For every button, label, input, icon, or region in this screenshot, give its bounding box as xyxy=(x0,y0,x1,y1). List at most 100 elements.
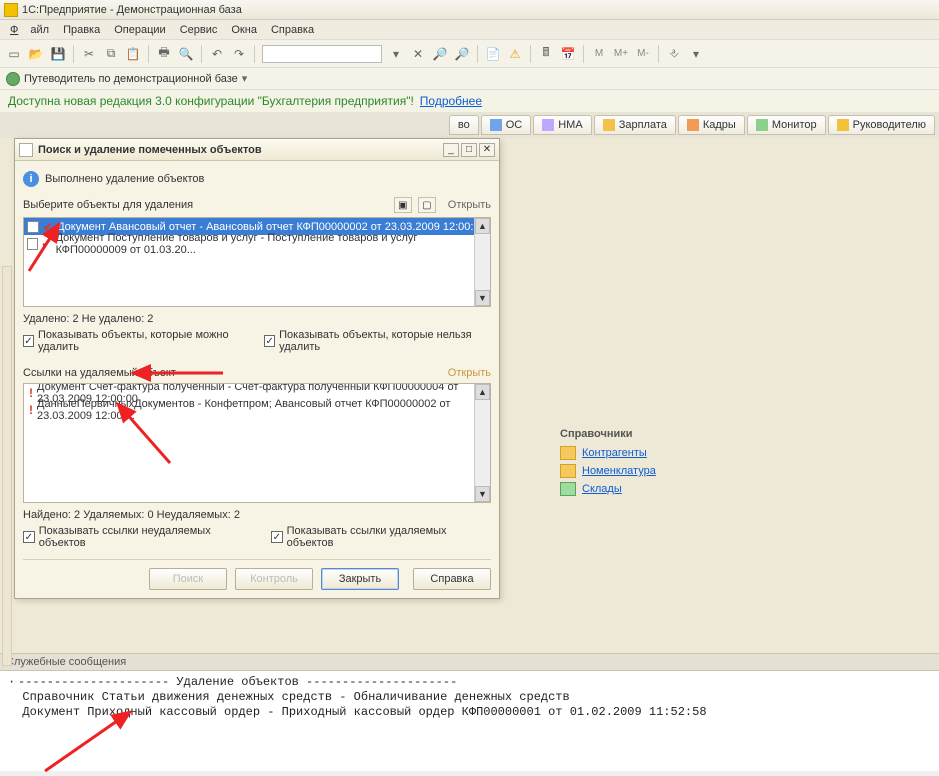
tb-doclist-icon[interactable]: 📄 xyxy=(483,44,503,64)
tab-monitor[interactable]: Монитор xyxy=(747,115,826,135)
menu-file[interactable]: Файл xyxy=(4,22,55,38)
row-checkbox[interactable] xyxy=(27,238,38,250)
tb-preview-icon[interactable]: 🔍 xyxy=(176,44,196,64)
ref-link[interactable]: Контрагенты xyxy=(582,447,647,459)
chk-nonremovable[interactable]: Показывать объекты, которые нельзя удали… xyxy=(264,329,491,353)
scroll-down-icon[interactable]: ▼ xyxy=(475,486,490,502)
tab-personnel[interactable]: Кадры xyxy=(678,115,745,135)
tb-mplus-icon[interactable]: M+ xyxy=(611,44,631,64)
tb-calc-icon[interactable]: 🖩 xyxy=(536,44,556,64)
tb-undo-icon[interactable]: ↶ xyxy=(207,44,227,64)
tb-find-icon[interactable]: 🔎 xyxy=(430,44,450,64)
ref-item-contragents[interactable]: Контрагенты xyxy=(560,446,920,460)
uncheck-all-button[interactable]: ▢ xyxy=(418,197,436,213)
refs-listbox[interactable]: ! Документ Счет-фактура полученный - Сче… xyxy=(23,383,491,503)
service-messages-body[interactable]: ·--------------------- Удаление объектов… xyxy=(0,671,939,771)
dialog-title: Поиск и удаление помеченных объектов xyxy=(38,144,262,156)
close-button[interactable]: ✕ xyxy=(479,143,495,157)
exclamation-icon: ! xyxy=(29,403,33,417)
separator xyxy=(148,45,149,63)
tb-m-icon[interactable]: M xyxy=(589,44,609,64)
open-link-2[interactable]: Открыть xyxy=(448,367,491,379)
tab-label: НМА xyxy=(558,119,582,131)
close-dialog-button[interactable]: Закрыть xyxy=(321,568,399,590)
tb-new-icon[interactable]: ▭ xyxy=(4,44,24,64)
tb-mminus-icon[interactable]: M- xyxy=(633,44,653,64)
list-item[interactable]: ! ДанныеПервичныхДокументов - Конфетпром… xyxy=(24,401,490,418)
search-button[interactable]: Поиск xyxy=(149,568,227,590)
section-tabs: во ОС НМА Зарплата Кадры Монитор Руковод… xyxy=(0,112,939,138)
chk-label: Показывать ссылки неудаляемых объектов xyxy=(39,525,255,549)
tab-salary[interactable]: Зарплата xyxy=(594,115,676,135)
chk-refs-removable[interactable]: Показывать ссылки удаляемых объектов xyxy=(271,525,491,549)
notice-link[interactable]: Подробнее xyxy=(420,94,482,108)
scrollbar[interactable]: ▲ ▼ xyxy=(474,218,490,306)
tb-copy-icon[interactable]: ⧉ xyxy=(101,44,121,64)
tb-warn-icon[interactable]: ⚠ xyxy=(505,44,525,64)
scrollbar[interactable]: ▲ ▼ xyxy=(474,384,490,502)
checkbox-icon[interactable] xyxy=(264,335,275,347)
tb-open-icon[interactable]: 📂 xyxy=(26,44,46,64)
guide-chevron-icon[interactable]: ▾ xyxy=(242,72,248,85)
chk-label: Показывать ссылки удаляемых объектов xyxy=(287,525,491,549)
maximize-button[interactable]: □ xyxy=(461,143,477,157)
tb-style-drop-icon[interactable]: ▾ xyxy=(686,44,706,64)
tb-findnext-icon[interactable]: 🔎 xyxy=(452,44,472,64)
refs-label: Ссылки на удаляемый объект xyxy=(23,367,176,379)
check-button[interactable]: Контроль xyxy=(235,568,313,590)
toolbar-search-input[interactable] xyxy=(262,45,382,63)
tb-print-icon[interactable]: 🖶 xyxy=(154,44,174,64)
help-button[interactable]: Справка xyxy=(413,568,491,590)
separator xyxy=(477,45,478,63)
dialog-titlebar: Поиск и удаление помеченных объектов _ □… xyxy=(15,139,499,161)
menu-service[interactable]: Сервис xyxy=(174,22,224,38)
ref-item-nomenclature[interactable]: Номенклатура xyxy=(560,464,920,478)
row-checkbox[interactable] xyxy=(27,221,39,233)
tb-clear-icon[interactable]: ✕ xyxy=(408,44,428,64)
tb-save-icon[interactable]: 💾 xyxy=(48,44,68,64)
app-logo-icon xyxy=(4,3,18,17)
tb-calendar-icon[interactable]: 📅 xyxy=(558,44,578,64)
guide-label[interactable]: Путеводитель по демонстрационной базе xyxy=(24,73,238,85)
tab-label: во xyxy=(458,119,470,131)
separator xyxy=(583,45,584,63)
tb-paste-icon[interactable]: 📋 xyxy=(123,44,143,64)
tab-label: Кадры xyxy=(703,119,736,131)
chk-removable[interactable]: Показывать объекты, которые можно удалит… xyxy=(23,329,248,353)
update-notice: Доступна новая редакция 3.0 конфигурации… xyxy=(0,90,939,112)
tab-os[interactable]: ОС xyxy=(481,115,532,135)
checkbox-icon[interactable] xyxy=(23,335,34,347)
check-all-button[interactable]: ▣ xyxy=(394,197,412,213)
menu-help[interactable]: Справка xyxy=(265,22,320,38)
tab-partial[interactable]: во xyxy=(449,115,479,135)
scroll-track[interactable] xyxy=(475,400,490,486)
tab-manager[interactable]: Руководителю xyxy=(828,115,935,135)
list-item[interactable]: ✔ Документ Поступление товаров и услуг -… xyxy=(24,235,490,252)
scroll-up-icon[interactable]: ▲ xyxy=(475,384,490,400)
tb-redo-icon[interactable]: ↷ xyxy=(229,44,249,64)
tb-dropdown-icon[interactable]: ▾ xyxy=(386,44,406,64)
tb-cut-icon[interactable]: ✂ xyxy=(79,44,99,64)
scroll-up-icon[interactable]: ▲ xyxy=(475,218,490,234)
left-gutter xyxy=(2,266,12,666)
sm-line: ·--------------------- Удаление объектов… xyxy=(8,675,931,690)
reference-panel: Справочники Контрагенты Номенклатура Скл… xyxy=(560,428,920,500)
delete-marked-dialog: Поиск и удаление помеченных объектов _ □… xyxy=(14,138,500,599)
ref-item-warehouses[interactable]: Склады xyxy=(560,482,920,496)
chk-refs-nonremovable[interactable]: Показывать ссылки неудаляемых объектов xyxy=(23,525,255,549)
sm-title: Служебные сообщения xyxy=(6,656,126,668)
minimize-button[interactable]: _ xyxy=(443,143,459,157)
menu-edit[interactable]: Правка xyxy=(57,22,106,38)
ref-link[interactable]: Номенклатура xyxy=(582,465,656,477)
menu-operations[interactable]: Операции xyxy=(108,22,171,38)
tb-style-icon[interactable]: ⎀ xyxy=(664,44,684,64)
ref-link[interactable]: Склады xyxy=(582,483,622,495)
open-link[interactable]: Открыть xyxy=(448,199,491,211)
scroll-down-icon[interactable]: ▼ xyxy=(475,290,490,306)
objects-listbox[interactable]: ✔ Документ Авансовый отчет - Авансовый о… xyxy=(23,217,491,307)
checkbox-icon[interactable] xyxy=(23,531,35,543)
scroll-track[interactable] xyxy=(475,234,490,290)
checkbox-icon[interactable] xyxy=(271,531,283,543)
menu-windows[interactable]: Окна xyxy=(225,22,263,38)
tab-nma[interactable]: НМА xyxy=(533,115,591,135)
